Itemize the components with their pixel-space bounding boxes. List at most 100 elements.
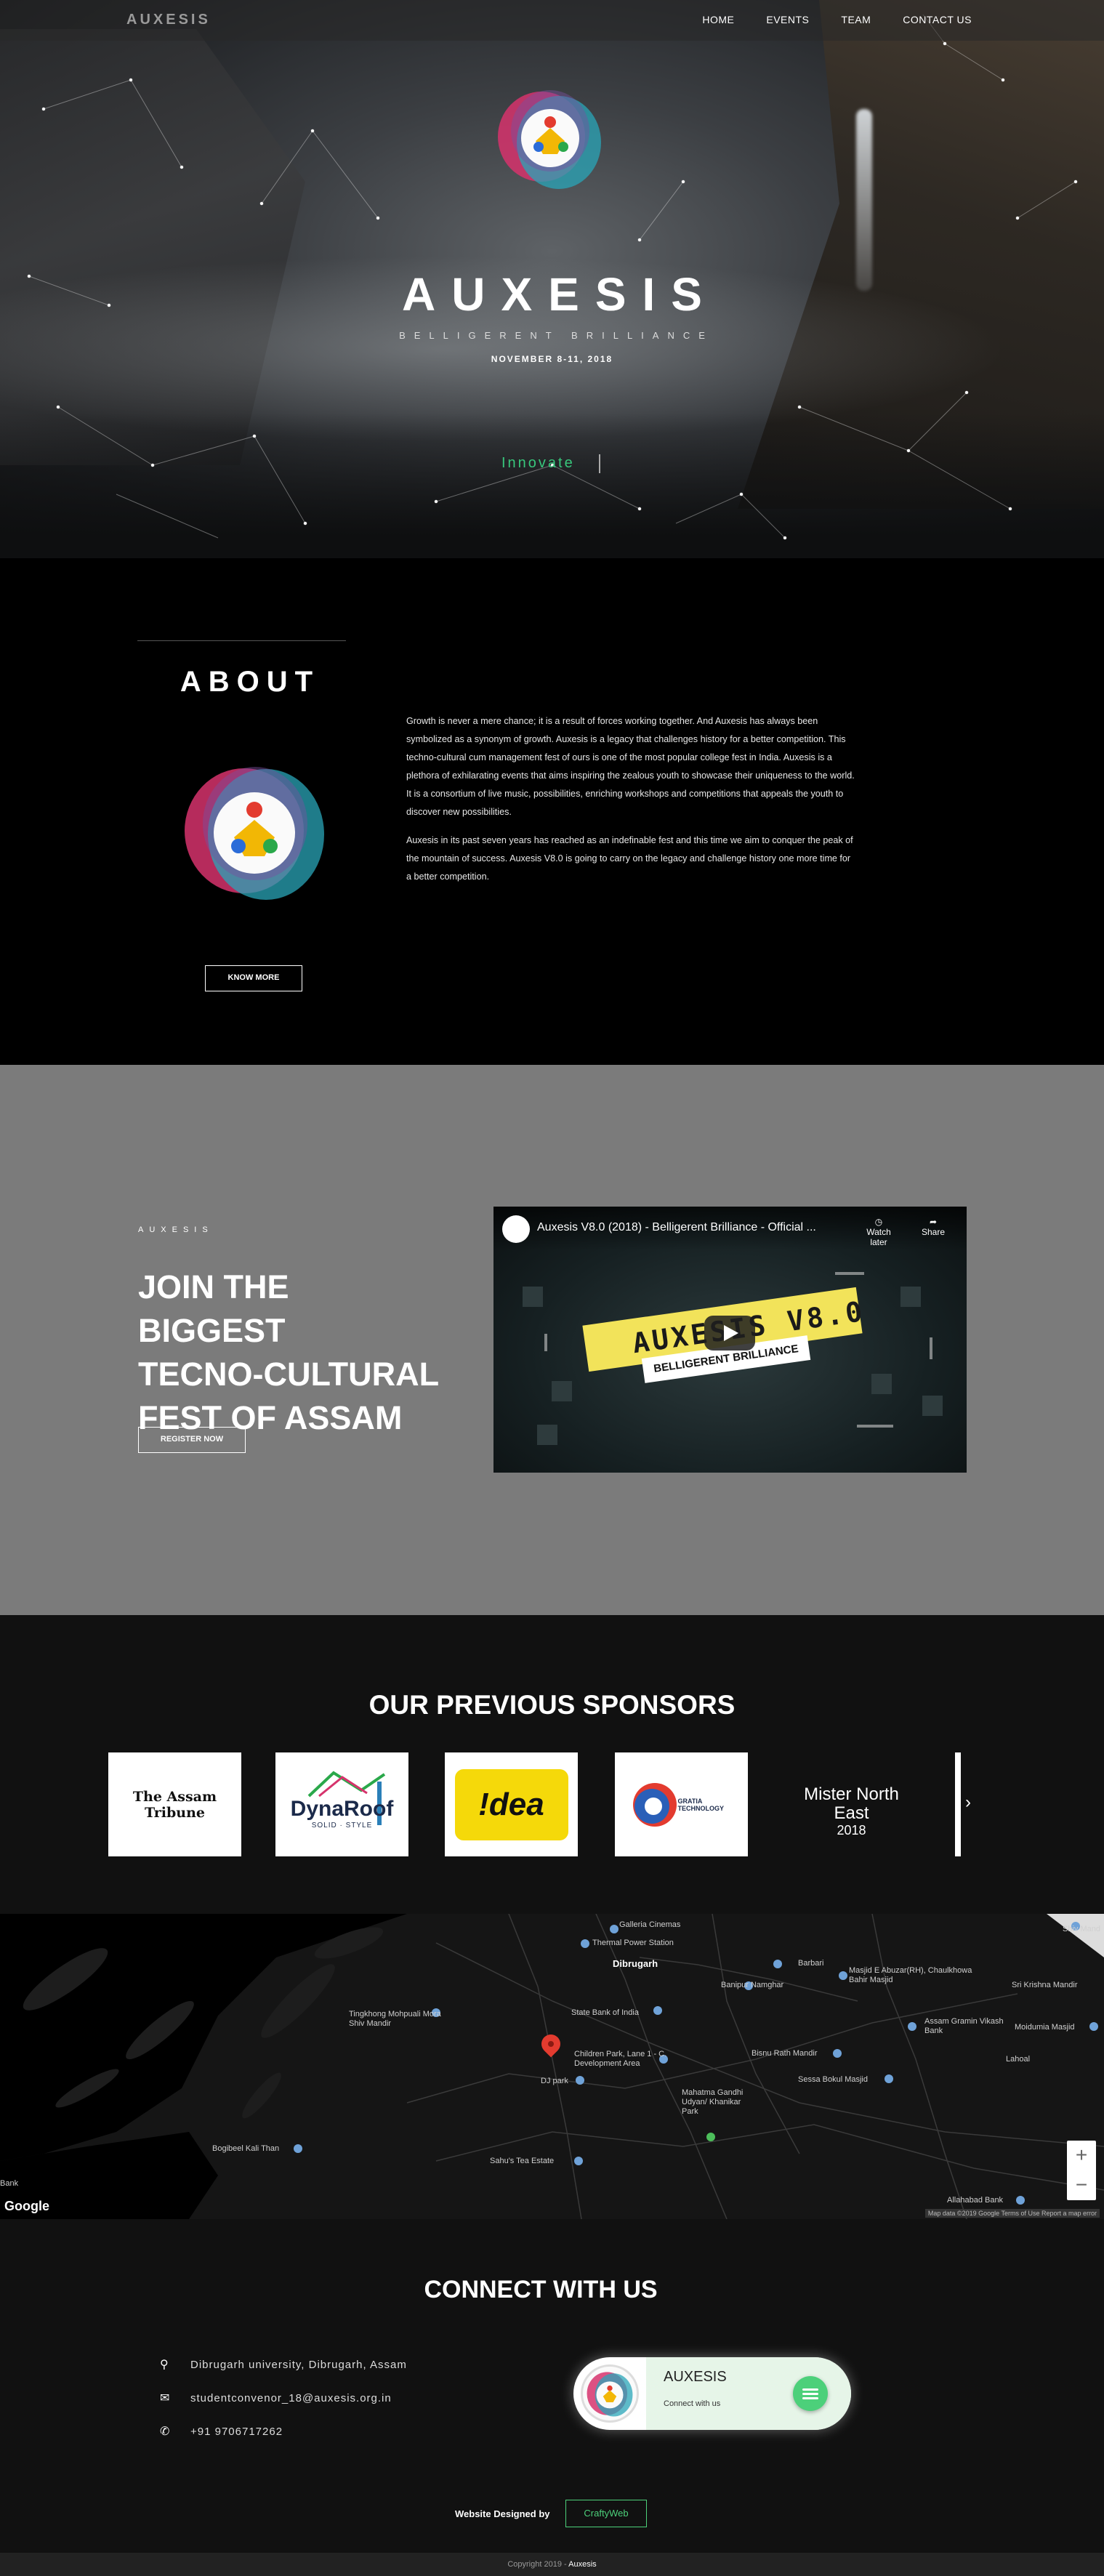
email-text[interactable]: studentconvenor_18@auxesis.org.in (190, 2392, 392, 2404)
zoom-out-icon[interactable]: − (1067, 2170, 1096, 2200)
hero-section: AUXESIS BELLIGERENT BRILLIANCE NOVEMBER … (0, 0, 1104, 558)
sponsor-name: GRATIA TECHNOLOGY (677, 1797, 725, 1812)
google-logo[interactable]: Google (4, 2199, 49, 2214)
auxesis-about-logo (185, 767, 324, 900)
sponsor-logo-gratia: GRATIA TECHNOLOGY (615, 1752, 748, 1856)
share-label: Share (921, 1227, 946, 1237)
hamburger-icon (802, 2393, 818, 2395)
contact-address: ⚲ Dibrugarh university, Dibrugarh, Assam (160, 2357, 407, 2372)
sponsor-logo-dynaroof: DynaRoof SOLID · STYLE (275, 1752, 408, 1856)
connect-card[interactable]: AUXESIS Connect with us (573, 2357, 851, 2430)
footer: Copyright 2019 - Auxesis (0, 2553, 1104, 2576)
envelope-icon: ✉ (160, 2392, 171, 2404)
hero-title: AUXESIS (402, 268, 718, 321)
nav-item-contact-us[interactable]: CONTACT US (903, 14, 972, 25)
location-pin-icon: ⚲ (160, 2359, 169, 2371)
map-credits[interactable]: Map data ©2019 Google Terms of Use Repor… (924, 2209, 1100, 2218)
map-label: Children Park, Lane 1 - C. Development A… (574, 2050, 667, 2068)
map-label: Bisnu Rath Mandir (752, 2049, 818, 2058)
nav-menu: HOME EVENTS TEAM CONTACT US (702, 14, 972, 25)
phone-icon: ✆ (160, 2426, 171, 2438)
map-label: Shiv Mand (1063, 1925, 1100, 1933)
join-heading: JOIN THE BIGGEST TECNO-CULTURAL FEST OF … (138, 1265, 443, 1440)
map-label: Bogibeel Kali Than (212, 2144, 280, 2153)
map-label: Galleria Cinemas (619, 1920, 681, 1929)
hero-typed-text: Innovate (501, 455, 575, 471)
typing-cursor (599, 454, 600, 473)
gratia-swirl-logo (632, 1782, 677, 1827)
join-heading-line: JOIN THE BIGGEST (138, 1268, 289, 1349)
sponsor-name: The Assam Tribune (132, 1788, 217, 1821)
map-label: Bank (0, 2179, 19, 2188)
map-zoom-control: + − (1067, 2141, 1096, 2200)
map-label: Masjid E Abuzar(RH), Chaulkhowa Bahir Ma… (849, 1966, 972, 1984)
video-title[interactable]: Auxesis V8.0 (2018) - Belligerent Brilli… (537, 1221, 816, 1234)
channel-avatar-icon[interactable] (502, 1215, 530, 1243)
nav-item-home[interactable]: HOME (702, 14, 734, 25)
craftyweb-button[interactable]: CraftyWeb (565, 2500, 647, 2527)
map-canvas (0, 1914, 1104, 2219)
watch-later-button[interactable]: ◷ Watch later (857, 1217, 900, 1247)
sponsor-name: Mister North East (804, 1784, 899, 1823)
connect-section: CONNECT WITH US ⚲ Dibrugarh university, D… (0, 2219, 1104, 2553)
map-label: Moidumia Masjid (1015, 2023, 1075, 2032)
hamburger-icon (802, 2397, 818, 2399)
zoom-in-icon[interactable]: + (1067, 2141, 1096, 2170)
about-paragraph: Auxesis in its past seven years has reac… (406, 835, 853, 882)
map-label: Lahoal (1006, 2055, 1031, 2064)
youtube-video-embed[interactable]: Auxesis V8.0 (2018) - Belligerent Brilli… (493, 1207, 967, 1473)
sponsor-name: DynaRoof (290, 1797, 394, 1821)
auxesis-avatar (581, 2364, 639, 2423)
google-map[interactable]: Galleria Cinemas Thermal Power Station D… (0, 1914, 1104, 2219)
nav-item-events[interactable]: EVENTS (766, 14, 809, 25)
map-label: Dibrugarh (613, 1958, 658, 1969)
join-heading-line: TECNO-CULTURAL (138, 1356, 440, 1393)
hamburger-icon (802, 2388, 818, 2391)
map-label: Assam Gramin Vikash Bank (924, 2017, 1004, 2035)
about-text: Growth is never a mere chance; it is a r… (406, 712, 857, 886)
share-icon: ➦ (929, 1217, 938, 1227)
about-heading: ABOUT (180, 666, 321, 698)
map-label: Sri Krishna Mandir (1012, 1981, 1078, 1989)
map-label: DJ park (541, 2077, 568, 2085)
sponsor-logo-mister-north-east: Mister North East 2018 (785, 1752, 918, 1856)
about-paragraph: Growth is never a mere chance; it is a r… (406, 716, 855, 817)
brand-logo-text[interactable]: AUXESIS (126, 12, 211, 28)
join-section: AUXESIS JOIN THE BIGGEST TECNO-CULTURAL … (0, 1065, 1104, 1615)
chevron-right-icon[interactable]: › (965, 1792, 971, 1813)
share-button[interactable]: ➦ Share (915, 1217, 951, 1237)
copyright-text: Copyright 2019 - (507, 2560, 569, 2569)
map-label: Tingkhong Mohpuali Mora Shiv Mandir (349, 2010, 441, 2028)
map-label: Thermal Power Station (592, 1939, 674, 1947)
register-now-button[interactable]: REGISTER NOW (138, 1427, 246, 1453)
idea-yellow-box: !dea (454, 1768, 568, 1840)
connect-card-name: AUXESIS (664, 2369, 727, 2385)
watch-later-label: Watch later (866, 1227, 891, 1247)
clock-icon: ◷ (874, 1217, 883, 1227)
address-text: Dibrugarh university, Dibrugarh, Assam (190, 2359, 407, 2371)
footer-brand-link[interactable]: Auxesis (568, 2560, 597, 2569)
hero-date: NOVEMBER 8-11, 2018 (491, 354, 613, 364)
map-label: Allahabad Bank (947, 2196, 1004, 2205)
auxesis-hero-logo (498, 90, 601, 189)
map-label: Barbari (798, 1959, 824, 1968)
phone-text[interactable]: +91 9706717262 (190, 2426, 283, 2438)
nav-item-team[interactable]: TEAM (841, 14, 871, 25)
map-label: Sahu's Tea Estate (490, 2157, 555, 2165)
contact-email[interactable]: ✉ studentconvenor_18@auxesis.org.in (160, 2391, 392, 2405)
sponsors-section: OUR PREVIOUS SPONSORS The Assam Tribune … (0, 1615, 1104, 1914)
join-kicker: AUXESIS (138, 1225, 214, 1234)
menu-toggle-button[interactable] (793, 2376, 828, 2411)
about-section: ABOUT KNOW MORE Growth is never a mere c… (0, 558, 1104, 1065)
map-label: Sessa Bokul Masjid (798, 2075, 868, 2084)
sponsor-year: 2018 (837, 1823, 866, 1838)
contact-phone[interactable]: ✆ +91 9706717262 (160, 2424, 283, 2439)
about-divider (137, 640, 346, 641)
know-more-button[interactable]: KNOW MORE (205, 965, 302, 991)
play-icon[interactable] (704, 1316, 755, 1351)
top-navbar: AUXESIS HOME EVENTS TEAM CONTACT US (0, 0, 1104, 41)
map-label: Mahatma Gandhi Udyan/ Khanikar Park (682, 2088, 744, 2116)
designed-by-label: Website Designed by (455, 2508, 550, 2519)
sponsor-logo-partial (955, 1752, 961, 1856)
sponsor-logo-idea: !dea (445, 1752, 578, 1856)
